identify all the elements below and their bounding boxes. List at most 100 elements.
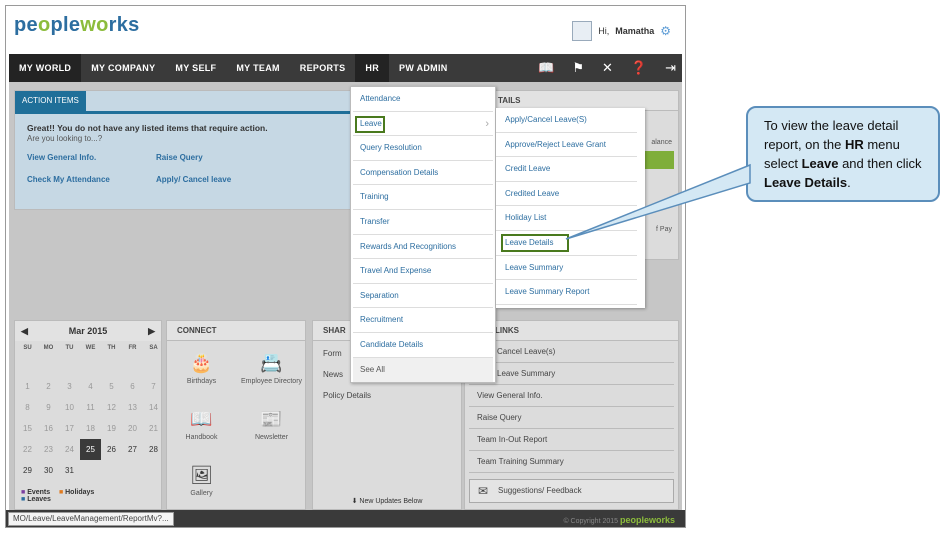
connect-panel: CONNECT 🎂 Birthdays 📇 Employee Directory 📖… [166,320,306,510]
tile-employee-directory[interactable]: 📇 Employee Directory [237,345,306,401]
calendar-day [80,460,101,481]
calendar-day[interactable]: 31 [59,460,80,481]
hr-menu-item[interactable]: Rewards And Recognitions [353,235,493,260]
leave-submenu-item[interactable]: Leave Summary [496,256,637,281]
leave-submenu-item[interactable]: Holiday List [496,206,637,231]
hr-menu-item[interactable]: Leave › [353,112,493,137]
help-icon[interactable]: ❓ [631,60,647,76]
hr-dropdown-menu: Attendance Leave › Query Resolution Compensa… [350,86,496,383]
calendar-day[interactable]: 17 [59,418,80,439]
calendar-day[interactable]: 10 [59,397,80,418]
calendar-day [143,460,164,481]
calendar-day[interactable]: 1 [17,376,38,397]
calendar-day[interactable]: 25 [80,439,101,460]
next-month-icon[interactable]: ▶ [148,326,155,337]
avatar[interactable] [572,21,593,41]
calendar-day[interactable]: 26 [101,439,122,460]
user-area: Hi, Mamatha ⚙ [572,21,671,41]
leave-submenu-item[interactable]: Approve/Reject Leave Grant [496,133,637,158]
calendar-day[interactable]: 30 [38,460,59,481]
hr-menu-item[interactable]: Query Resolution [353,136,493,161]
link-apply-cancel-leave[interactable]: Apply/ Cancel leave [156,175,231,184]
calendar-day[interactable]: 3 [59,376,80,397]
tile-handbook[interactable]: 📖 Handbook [167,401,236,457]
quick-link[interactable]: Raise Query [469,407,674,429]
peopleworks-logo[interactable]: peopleworks [14,14,140,37]
settings-icon[interactable]: ⚙ [660,24,671,38]
calendar-day[interactable]: 28 [143,439,164,460]
calendar-day[interactable]: 24 [59,439,80,460]
quick-link[interactable]: Cancel Leave(s) [469,341,674,363]
balance-bar [644,151,674,169]
user-name: Mamatha [615,26,655,36]
link-check-attendance[interactable]: Check My Attendance [27,175,110,184]
book-icon[interactable]: 📖 [538,60,554,76]
hr-menu-item[interactable]: Transfer [353,210,493,235]
status-bar: MO/Leave/LeaveManagement/ReportMv?... © … [6,510,685,527]
calendar-day[interactable]: 7 [143,376,164,397]
calendar-day[interactable]: 5 [101,376,122,397]
hr-menu-item[interactable]: Attendance [353,87,493,112]
prev-month-icon[interactable]: ◀ [21,326,28,337]
hr-menu-item[interactable]: Training [353,185,493,210]
leave-submenu-item[interactable]: Leave Details [496,231,637,256]
calendar-day[interactable]: 2 [38,376,59,397]
calendar-day[interactable]: 27 [122,439,143,460]
calendar-day[interactable]: 20 [122,418,143,439]
tools-icon[interactable]: ✕ [602,60,613,76]
leave-submenu-item[interactable]: Credit Leave [496,157,637,182]
quick-link[interactable]: Leave Summary [469,363,674,385]
calendar-day[interactable]: 4 [80,376,101,397]
calendar-day[interactable]: 12 [101,397,122,418]
tile-gallery[interactable]: 🖼 Gallery [167,457,236,513]
calendar-day[interactable]: 22 [17,439,38,460]
new-updates-link[interactable]: ⬇ New Updates Below [313,497,461,505]
calendar-day[interactable]: 13 [122,397,143,418]
hr-menu-item[interactable]: Separation [353,284,493,309]
nav-my-self[interactable]: MY SELF [165,54,226,82]
nav-my-company[interactable]: MY COMPANY [81,54,165,82]
day-name: TU [65,345,74,351]
logout-icon[interactable]: ⇥ [665,60,676,76]
quick-links-title: K LINKS [465,321,678,341]
hr-menu-item[interactable]: See All [353,357,493,383]
calendar-day[interactable]: 19 [101,418,122,439]
tile-birthdays[interactable]: 🎂 Birthdays [167,345,236,401]
link-raise-query[interactable]: Raise Query [156,153,203,162]
nav-my-team[interactable]: MY TEAM [226,54,289,82]
calendar-day[interactable]: 18 [80,418,101,439]
nav-pw-admin[interactable]: PW ADMIN [389,54,458,82]
quick-link[interactable]: View General Info. [469,385,674,407]
tab-action-items[interactable]: ACTION ITEMS [15,91,86,111]
calendar-day[interactable]: 23 [38,439,59,460]
link-view-general-info[interactable]: View General Info. [27,153,96,162]
calendar-day[interactable]: 15 [17,418,38,439]
feedback-button[interactable]: ✉ Suggestions/ Feedback [469,479,674,503]
leave-submenu-item[interactable]: Leave Summary Report [496,280,637,305]
calendar-day[interactable]: 16 [38,418,59,439]
quick-link[interactable]: Team Training Summary [469,451,674,473]
leave-submenu-item[interactable]: Apply/Cancel Leave(S) [496,108,637,133]
hr-menu-item[interactable]: Compensation Details [353,161,493,186]
calendar-day[interactable]: 9 [38,397,59,418]
calendar-day[interactable]: 11 [80,397,101,418]
greeting: Hi, [598,26,610,36]
gallery-icon: 🖼 [190,465,213,485]
quick-link[interactable]: Team In-Out Report [469,429,674,451]
calendar-day[interactable]: 14 [143,397,164,418]
flag-icon[interactable]: ⚑ [572,60,584,76]
hr-menu-item[interactable]: Candidate Details [353,333,493,358]
nav-reports[interactable]: REPORTS [290,54,356,82]
hr-menu-item[interactable]: Travel And Expense [353,259,493,284]
calendar-day[interactable]: 8 [17,397,38,418]
calendar-day[interactable]: 21 [143,418,164,439]
nav-my-world[interactable]: MY WORLD [9,54,82,82]
leave-submenu-item[interactable]: Credited Leave [496,182,637,207]
quick-links-panel: K LINKS Cancel Leave(s) Leave Summary Vi… [464,320,679,510]
calendar-day[interactable]: 29 [17,460,38,481]
calendar-day[interactable]: 6 [122,376,143,397]
day-name: SA [149,345,158,351]
nav-hr[interactable]: HR [355,54,390,82]
hr-menu-item[interactable]: Recruitment [353,308,493,333]
tile-newsletter[interactable]: 📰 Newsletter [237,401,306,457]
